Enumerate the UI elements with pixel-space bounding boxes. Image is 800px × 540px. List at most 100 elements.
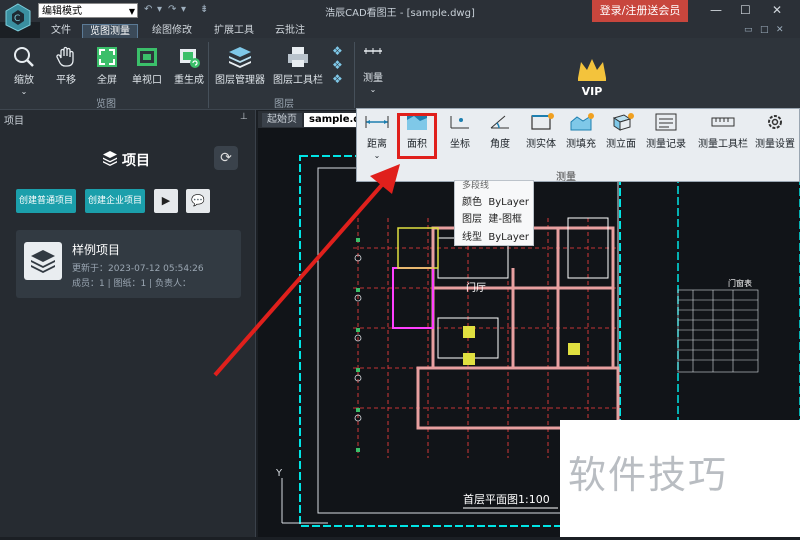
printer-icon: [288, 47, 308, 67]
ribbon-divider: [208, 42, 209, 108]
zoom-icon: [14, 47, 34, 67]
minimize-icon[interactable]: —: [710, 3, 722, 17]
layer-small-icons[interactable]: ❖ ❖ ❖: [332, 44, 343, 86]
vip-label: VIP: [581, 85, 603, 98]
watermark-text: 软件技巧: [568, 453, 729, 497]
single-viewport-icon: [137, 48, 157, 66]
refresh-button[interactable]: ⟳: [214, 146, 238, 170]
chat-button[interactable]: 💬: [186, 189, 210, 213]
measure-ribbon-label: 测量: [363, 73, 383, 84]
zoom-button[interactable]: 缩放 ⌄: [6, 45, 42, 97]
layer-stack-icon[interactable]: ❖: [332, 44, 343, 58]
measure-entity-button[interactable]: 测实体: [522, 112, 560, 150]
coordinate-icon: [450, 116, 469, 129]
fullscreen-icon: [97, 47, 117, 67]
chevron-down-icon: ▼: [128, 7, 135, 16]
tab-view-measure[interactable]: 览图测量: [82, 24, 138, 39]
door-table-title: 门窗表: [728, 278, 752, 288]
panel-title: 项目: [122, 153, 150, 169]
measure-settings-button[interactable]: 测量设置: [753, 112, 797, 150]
angle-label: 角度: [490, 139, 510, 150]
customize-icon[interactable]: ⇟: [200, 4, 208, 15]
layers-icon: [229, 47, 251, 68]
project-name: 样例项目: [72, 243, 121, 257]
room-label: 门厅: [466, 281, 486, 294]
layer-stack-icon[interactable]: ❖: [332, 72, 343, 86]
tab-extension-tools[interactable]: 扩展工具: [208, 24, 260, 38]
measure-record-label: 测量记录: [646, 139, 686, 150]
tooltip-partial-label: 多段线: [462, 181, 490, 191]
maximize-icon[interactable]: ☐: [740, 3, 751, 17]
layers-stack-icon: [102, 150, 118, 169]
layer-group-label: 图层: [274, 99, 294, 110]
measure-elevation-icon: [612, 113, 634, 131]
angle-button[interactable]: 角度: [483, 112, 517, 150]
panel-header-title: 项目: [4, 116, 24, 127]
ruler-icon: [364, 48, 382, 54]
layer-toolbar-button[interactable]: 图层工具栏: [272, 45, 324, 86]
maximize-mini-icon[interactable]: □: [760, 25, 769, 35]
project-meta: 成员：1 | 图纸：1 | 负责人：: [72, 279, 191, 289]
tooltip-row-layer: 图层 建-图框: [462, 214, 522, 225]
regenerate-button[interactable]: 重生成: [169, 45, 209, 86]
redo-dropdown-icon[interactable]: ▾: [181, 4, 186, 15]
ucs-y-label: Y: [275, 468, 283, 479]
project-icon: [24, 242, 62, 280]
svg-text:C: C: [14, 14, 20, 24]
coordinate-button[interactable]: 坐标: [443, 112, 477, 150]
chevron-down-icon: ⌄: [373, 151, 381, 160]
create-normal-project-button[interactable]: 创建普通项目: [16, 189, 76, 213]
measure-ribbon-button[interactable]: 测量 ⌄: [358, 45, 388, 95]
tab-draw-modify[interactable]: 绘图修改: [146, 24, 198, 38]
chevron-down-icon: ⌄: [369, 85, 377, 94]
mode-select[interactable]: 编辑模式 ▼: [38, 3, 138, 18]
login-register-button[interactable]: 登录/注册送会员: [592, 0, 688, 22]
play-button[interactable]: ▶: [154, 189, 178, 213]
redo-icon[interactable]: ↷: [168, 4, 176, 15]
measure-toolbar-icon: [711, 117, 735, 127]
tab-file[interactable]: 文件: [46, 24, 76, 38]
play-icon: ▶: [161, 194, 171, 207]
restore-mini-icon[interactable]: ▭: [744, 25, 753, 35]
measure-group-label: 测量: [556, 172, 576, 183]
fullscreen-button[interactable]: 全屏: [89, 45, 125, 86]
create-enterprise-project-button[interactable]: 创建企业项目: [85, 189, 145, 213]
angle-icon: [490, 115, 509, 129]
tab-start-page[interactable]: 起始页: [262, 113, 302, 127]
fullscreen-label: 全屏: [97, 75, 117, 86]
measure-elevation-label: 测立面: [606, 139, 636, 150]
close-icon[interactable]: ✕: [772, 3, 782, 17]
panel-header: 项目 ⊥: [0, 112, 255, 127]
chat-icon: 💬: [191, 194, 205, 207]
measure-toolbar-button[interactable]: 测量工具栏: [695, 112, 751, 150]
tab-cloud-annotation[interactable]: 云批注: [270, 24, 310, 38]
pan-button[interactable]: 平移: [48, 45, 84, 86]
undo-icon[interactable]: ↶: [144, 4, 152, 15]
distance-button[interactable]: 距离 ⌄: [360, 112, 394, 161]
pin-icon[interactable]: ⊥: [240, 112, 248, 122]
measure-settings-label: 测量设置: [755, 139, 795, 150]
view-group-label: 览图: [96, 99, 116, 110]
single-viewport-button[interactable]: 单视口: [129, 45, 165, 86]
measure-hatch-button[interactable]: 测填充: [562, 112, 600, 150]
measure-hatch-label: 测填充: [566, 139, 596, 150]
pan-hand-icon: [56, 46, 74, 67]
layer-manager-button[interactable]: 图层管理器: [214, 45, 266, 86]
zoom-label: 缩放: [14, 75, 34, 86]
window-title: 浩辰CAD看图王 - [sample.dwg]: [325, 8, 475, 19]
layer-stack-icon[interactable]: ❖: [332, 58, 343, 72]
undo-dropdown-icon[interactable]: ▾: [157, 4, 162, 15]
measure-hatch-icon: [570, 113, 594, 131]
measure-toolbar-label: 测量工具栏: [698, 139, 748, 150]
close-mini-icon[interactable]: ✕: [776, 25, 784, 35]
mode-select-value: 编辑模式: [42, 6, 82, 17]
measure-elevation-button[interactable]: 测立面: [602, 112, 640, 150]
distance-icon: [365, 116, 389, 128]
coordinate-label: 坐标: [450, 139, 470, 150]
distance-label: 距离: [367, 139, 387, 150]
app-logo-icon: C: [4, 2, 32, 32]
vip-badge[interactable]: VIP: [570, 56, 614, 98]
measure-record-button[interactable]: 测量记录: [643, 112, 689, 150]
layer-toolbar-label: 图层工具栏: [273, 75, 323, 86]
measure-entity-label: 测实体: [526, 139, 556, 150]
